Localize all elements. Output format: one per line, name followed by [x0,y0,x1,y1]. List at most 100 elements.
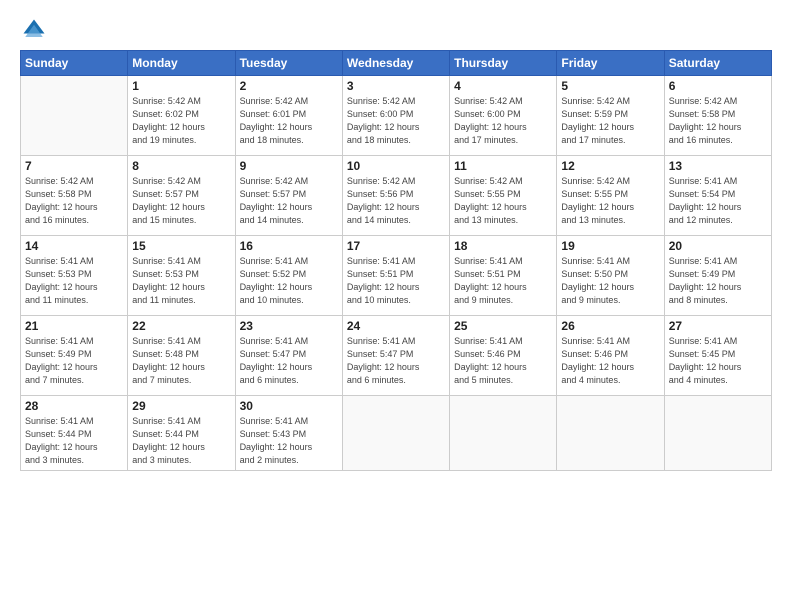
calendar-cell: 22Sunrise: 5:41 AM Sunset: 5:48 PM Dayli… [128,316,235,396]
day-info: Sunrise: 5:41 AM Sunset: 5:52 PM Dayligh… [240,255,338,307]
day-info: Sunrise: 5:41 AM Sunset: 5:49 PM Dayligh… [25,335,123,387]
calendar-cell: 5 Sunrise: 5:42 AM Sunset: 5:59 PM Daylig… [557,76,664,156]
calendar-cell: 30Sunrise: 5:41 AM Sunset: 5:43 PM Dayli… [235,396,342,471]
calendar-cell: 7 Sunrise: 5:42 AM Sunset: 5:58 PM Daylig… [21,156,128,236]
day-number: 22 [132,319,230,333]
calendar-cell: 29 Sunrise: 5:41 AM Sunset: 5:44 PM Dayli… [128,396,235,471]
day-number: 19 [561,239,659,253]
day-number: 2 [240,79,338,93]
calendar-cell: 3 Sunrise: 5:42 AM Sunset: 6:00 PM Daylig… [342,76,449,156]
calendar-cell: 8 Sunrise: 5:42 AM Sunset: 5:57 PM Daylig… [128,156,235,236]
calendar-header-wednesday: Wednesday [342,51,449,76]
day-info: Sunrise: 5:41 AM Sunset: 5:46 PM Dayligh… [561,335,659,387]
calendar-header-friday: Friday [557,51,664,76]
day-info: Sunrise: 5:42 AM Sunset: 5:55 PM Dayligh… [454,175,552,227]
calendar-week-3: 14 Sunrise: 5:41 AM Sunset: 5:53 PM Dayli… [21,236,772,316]
calendar-cell [342,396,449,471]
day-info: Sunrise: 5:42 AM Sunset: 5:58 PM Dayligh… [25,175,123,227]
calendar-cell: 6 Sunrise: 5:42 AM Sunset: 5:58 PM Daylig… [664,76,771,156]
day-number: 27 [669,319,767,333]
day-number: 14 [25,239,123,253]
calendar-cell: 16 Sunrise: 5:41 AM Sunset: 5:52 PM Dayli… [235,236,342,316]
calendar-cell: 15 Sunrise: 5:41 AM Sunset: 5:53 PM Dayli… [128,236,235,316]
calendar-cell: 18 Sunrise: 5:41 AM Sunset: 5:51 PM Dayli… [450,236,557,316]
day-info: Sunrise: 5:41 AM Sunset: 5:44 PM Dayligh… [25,415,123,467]
calendar-week-2: 7 Sunrise: 5:42 AM Sunset: 5:58 PM Daylig… [21,156,772,236]
calendar-cell: 19 Sunrise: 5:41 AM Sunset: 5:50 PM Dayli… [557,236,664,316]
logo [20,16,52,44]
day-number: 16 [240,239,338,253]
day-number: 8 [132,159,230,173]
day-number: 9 [240,159,338,173]
day-info: Sunrise: 5:41 AM Sunset: 5:46 PM Dayligh… [454,335,552,387]
calendar-week-4: 21 Sunrise: 5:41 AM Sunset: 5:49 PM Dayli… [21,316,772,396]
day-info: Sunrise: 5:41 AM Sunset: 5:47 PM Dayligh… [240,335,338,387]
calendar-header-row: SundayMondayTuesdayWednesdayThursdayFrid… [21,51,772,76]
calendar-cell: 25 Sunrise: 5:41 AM Sunset: 5:46 PM Dayli… [450,316,557,396]
calendar-cell: 17Sunrise: 5:41 AM Sunset: 5:51 PM Dayli… [342,236,449,316]
day-number: 18 [454,239,552,253]
day-number: 15 [132,239,230,253]
calendar-cell: 11Sunrise: 5:42 AM Sunset: 5:55 PM Dayli… [450,156,557,236]
calendar-cell: 13 Sunrise: 5:41 AM Sunset: 5:54 PM Dayli… [664,156,771,236]
day-number: 5 [561,79,659,93]
day-number: 6 [669,79,767,93]
page: SundayMondayTuesdayWednesdayThursdayFrid… [0,0,792,612]
day-info: Sunrise: 5:42 AM Sunset: 5:59 PM Dayligh… [561,95,659,147]
calendar-table: SundayMondayTuesdayWednesdayThursdayFrid… [20,50,772,471]
calendar-cell [21,76,128,156]
calendar-cell: 2 Sunrise: 5:42 AM Sunset: 6:01 PM Daylig… [235,76,342,156]
day-info: Sunrise: 5:42 AM Sunset: 5:57 PM Dayligh… [240,175,338,227]
calendar-cell: 10Sunrise: 5:42 AM Sunset: 5:56 PM Dayli… [342,156,449,236]
day-number: 12 [561,159,659,173]
day-number: 7 [25,159,123,173]
calendar-header-thursday: Thursday [450,51,557,76]
calendar-header-monday: Monday [128,51,235,76]
day-number: 13 [669,159,767,173]
calendar-cell: 21 Sunrise: 5:41 AM Sunset: 5:49 PM Dayli… [21,316,128,396]
day-info: Sunrise: 5:42 AM Sunset: 6:00 PM Dayligh… [347,95,445,147]
day-number: 21 [25,319,123,333]
day-info: Sunrise: 5:41 AM Sunset: 5:53 PM Dayligh… [25,255,123,307]
day-number: 28 [25,399,123,413]
day-info: Sunrise: 5:42 AM Sunset: 6:01 PM Dayligh… [240,95,338,147]
day-info: Sunrise: 5:41 AM Sunset: 5:45 PM Dayligh… [669,335,767,387]
day-info: Sunrise: 5:41 AM Sunset: 5:49 PM Dayligh… [669,255,767,307]
calendar-cell: 23Sunrise: 5:41 AM Sunset: 5:47 PM Dayli… [235,316,342,396]
calendar-week-1: 1Sunrise: 5:42 AM Sunset: 6:02 PM Daylig… [21,76,772,156]
day-number: 24 [347,319,445,333]
day-number: 4 [454,79,552,93]
calendar-header-sunday: Sunday [21,51,128,76]
calendar-header-saturday: Saturday [664,51,771,76]
day-info: Sunrise: 5:42 AM Sunset: 6:02 PM Dayligh… [132,95,230,147]
day-info: Sunrise: 5:42 AM Sunset: 5:58 PM Dayligh… [669,95,767,147]
day-number: 20 [669,239,767,253]
calendar-cell: 12 Sunrise: 5:42 AM Sunset: 5:55 PM Dayli… [557,156,664,236]
day-number: 25 [454,319,552,333]
header [20,16,772,44]
calendar-cell: 4Sunrise: 5:42 AM Sunset: 6:00 PM Daylig… [450,76,557,156]
calendar-cell: 14 Sunrise: 5:41 AM Sunset: 5:53 PM Dayli… [21,236,128,316]
day-number: 29 [132,399,230,413]
calendar-cell: 20 Sunrise: 5:41 AM Sunset: 5:49 PM Dayli… [664,236,771,316]
calendar-cell [664,396,771,471]
calendar-cell [557,396,664,471]
day-info: Sunrise: 5:41 AM Sunset: 5:44 PM Dayligh… [132,415,230,467]
calendar-cell: 1Sunrise: 5:42 AM Sunset: 6:02 PM Daylig… [128,76,235,156]
calendar-cell: 28 Sunrise: 5:41 AM Sunset: 5:44 PM Dayli… [21,396,128,471]
day-number: 26 [561,319,659,333]
day-info: Sunrise: 5:42 AM Sunset: 5:55 PM Dayligh… [561,175,659,227]
day-info: Sunrise: 5:41 AM Sunset: 5:54 PM Dayligh… [669,175,767,227]
day-number: 30 [240,399,338,413]
calendar-week-5: 28 Sunrise: 5:41 AM Sunset: 5:44 PM Dayli… [21,396,772,471]
logo-icon [20,16,48,44]
day-info: Sunrise: 5:41 AM Sunset: 5:53 PM Dayligh… [132,255,230,307]
day-number: 17 [347,239,445,253]
day-info: Sunrise: 5:41 AM Sunset: 5:50 PM Dayligh… [561,255,659,307]
calendar-cell: 27 Sunrise: 5:41 AM Sunset: 5:45 PM Dayli… [664,316,771,396]
day-number: 3 [347,79,445,93]
day-info: Sunrise: 5:42 AM Sunset: 5:57 PM Dayligh… [132,175,230,227]
day-info: Sunrise: 5:42 AM Sunset: 5:56 PM Dayligh… [347,175,445,227]
day-info: Sunrise: 5:41 AM Sunset: 5:51 PM Dayligh… [454,255,552,307]
calendar-cell [450,396,557,471]
